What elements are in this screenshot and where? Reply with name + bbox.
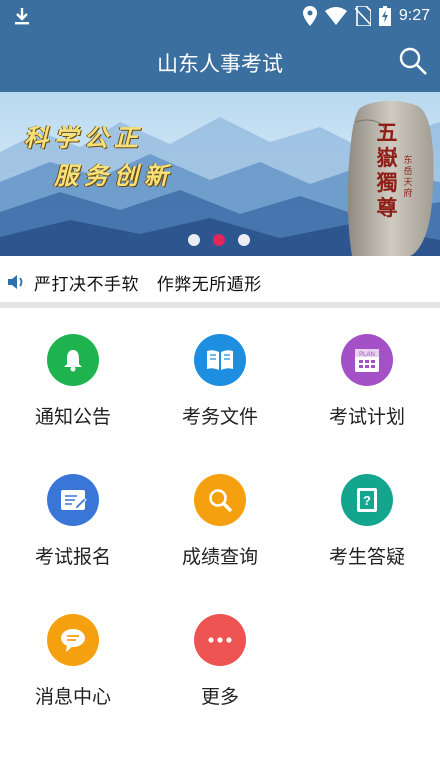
chat-bubble-icon <box>61 629 85 652</box>
bell-icon <box>64 350 82 372</box>
svg-text:PLAN: PLAN <box>359 352 375 358</box>
banner-slogan-line2: 服务创新 <box>54 161 174 190</box>
carousel-dot-active[interactable] <box>213 234 225 246</box>
notice-bar[interactable]: 严打决不手软 作弊无所遁形 <box>0 262 440 302</box>
register-form-icon <box>61 490 87 510</box>
menu-icon-circle <box>194 474 246 526</box>
app-bar: 山东人事考试 <box>0 32 440 92</box>
battery-charging-icon <box>378 6 391 26</box>
menu-icon-circle <box>194 614 246 666</box>
menu-icon-circle <box>47 614 99 666</box>
menu-icon-circle <box>47 474 99 526</box>
menu-item-score-query[interactable]: 成绩查询 <box>147 448 293 588</box>
menu-item-registration[interactable]: 考试报名 <box>0 448 146 588</box>
menu-label: 考务文件 <box>181 406 258 428</box>
wifi-icon <box>324 7 347 25</box>
menu-icon-circle: PLAN <box>341 334 393 386</box>
menu-item-exam-files[interactable]: 考务文件 <box>147 308 293 448</box>
menu-icon-circle <box>194 334 246 386</box>
menu-item-message-center[interactable]: 消息中心 <box>0 588 146 728</box>
search-icon[interactable] <box>398 46 428 76</box>
carousel-dot[interactable] <box>188 234 200 246</box>
calendar-plan-icon: PLAN <box>355 349 379 372</box>
status-bar: 9:27 <box>0 0 440 32</box>
banner-slogan-line1: 科学公正 <box>24 123 144 152</box>
notice-text: 严打决不手软 作弊无所遁形 <box>34 274 262 295</box>
menu-item-qa[interactable]: ? 考生答疑 <box>294 448 440 588</box>
download-icon <box>15 8 29 25</box>
banner-carousel[interactable]: 科学公正 服务创新 五嶽獨尊 东岳天府 <box>0 92 440 256</box>
menu-item-exam-plan[interactable]: PLAN 考试计划 <box>294 308 440 448</box>
menu-label: 更多 <box>200 686 239 708</box>
menu-label: 考试报名 <box>34 546 111 568</box>
carousel-indicator <box>188 234 250 246</box>
page-title: 山东人事考试 <box>157 52 283 76</box>
question-note-icon: ? <box>357 488 377 512</box>
menu-label: 考生答疑 <box>328 546 405 568</box>
status-time: 9:27 <box>398 7 430 24</box>
menu-item-notice[interactable]: 通知公告 <box>0 308 146 448</box>
stone-small-inscription: 东岳天府 <box>403 156 413 199</box>
menu-label: 通知公告 <box>34 406 111 428</box>
location-icon <box>302 6 317 26</box>
menu-label: 考试计划 <box>328 406 405 428</box>
more-dots-icon <box>208 637 232 643</box>
menu-item-more[interactable]: 更多 <box>147 588 293 728</box>
speaker-icon <box>8 275 23 289</box>
svg-text:?: ? <box>363 493 371 508</box>
menu-label: 消息中心 <box>34 686 111 708</box>
menu-icon-circle: ? <box>341 474 393 526</box>
menu-label: 成绩查询 <box>181 546 258 568</box>
menu-icon-circle <box>47 334 99 386</box>
carousel-dot[interactable] <box>238 234 250 246</box>
book-icon <box>207 350 233 370</box>
no-sim-icon <box>354 6 371 26</box>
magnifier-icon <box>209 489 232 512</box>
stone-inscription: 五嶽獨尊 <box>376 120 398 220</box>
